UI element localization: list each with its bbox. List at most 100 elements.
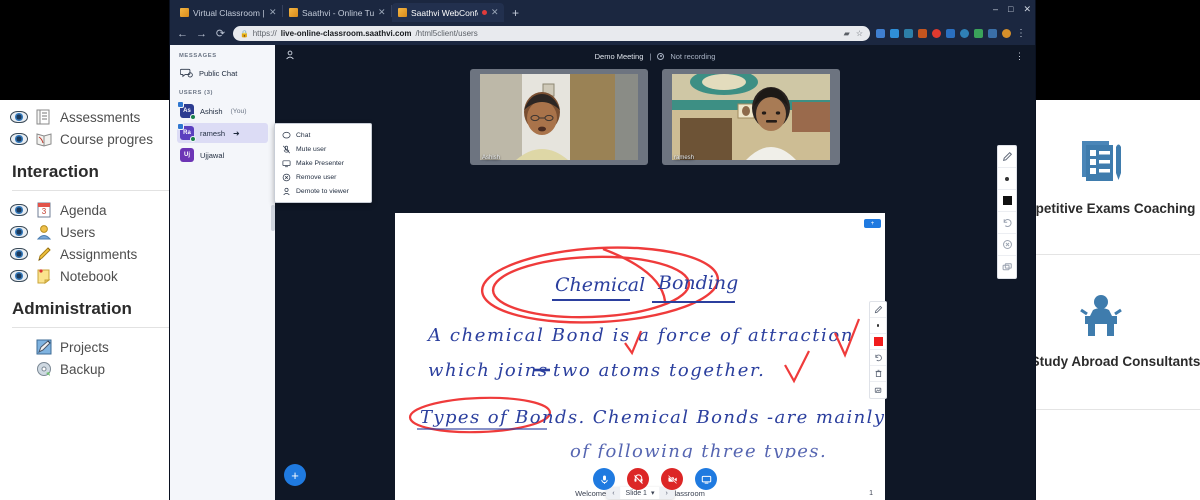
visibility-eye-icon[interactable] [10, 133, 28, 145]
close-tab-icon[interactable]: ✕ [378, 7, 386, 18]
close-tab-icon[interactable]: ✕ [491, 7, 499, 18]
visibility-eye-icon[interactable] [10, 270, 28, 282]
color-swatch-icon[interactable] [998, 190, 1016, 212]
context-menu-item-demote-to-viewer[interactable]: Demote to viewer [275, 184, 371, 198]
presenter-badge-icon [177, 123, 184, 130]
pencil-tool-icon[interactable] [998, 146, 1016, 168]
lock-icon: 🔒 [240, 30, 249, 38]
undo-icon[interactable] [870, 350, 886, 366]
user-you-suffix: (You) [230, 107, 247, 115]
user-list-item-ujjawal[interactable]: Uj Ujjawal [177, 145, 268, 165]
public-chat-item[interactable]: Public Chat [177, 64, 268, 83]
context-menu-item-mute-user[interactable]: Mute user [275, 142, 371, 156]
maximize-button[interactable]: □ [1008, 4, 1013, 15]
meeting-topbar: Demo Meeting | Not recording ⋮ [275, 45, 1035, 67]
multi-user-whiteboard-icon[interactable] [870, 382, 886, 398]
back-icon[interactable]: ← [176, 28, 189, 40]
visibility-eye-icon[interactable] [10, 226, 28, 238]
sidebar-scrollbar[interactable] [271, 205, 275, 231]
meeting-title: Demo Meeting [594, 51, 644, 61]
lms-item-notebook[interactable]: Notebook [10, 265, 179, 287]
trash-icon[interactable] [870, 366, 886, 382]
thickness-dot-icon[interactable] [870, 318, 886, 334]
user-list-item-ramesh[interactable]: Ra ramesh ➜ [177, 123, 268, 143]
multi-user-whiteboard-icon[interactable] [998, 256, 1016, 278]
url-domain: live-online-classroom.saathvi.com [280, 29, 412, 38]
new-tab-button[interactable]: + [504, 6, 527, 22]
lms-item-assessments[interactable]: Assessments [10, 106, 179, 128]
address-bar[interactable]: 🔒 https:// live-online-classroom.saathvi… [233, 26, 870, 41]
extension-icon-6[interactable] [946, 29, 955, 38]
browser-window: Virtual Classroom | Live o ✕ Saathvi - O… [170, 0, 1035, 500]
extension-icon-3[interactable] [904, 29, 913, 38]
web-conference-app: MESSAGES Public Chat USERS (3) As Ashish… [170, 45, 1035, 500]
extension-icon-8[interactable] [974, 29, 983, 38]
lecture-desk-icon [1075, 292, 1127, 345]
extension-icon-7[interactable] [960, 29, 969, 38]
kebab-menu-icon[interactable]: ⋮ [1016, 28, 1027, 39]
lms-item-label: Notebook [60, 268, 118, 284]
browser-tab-2[interactable]: Saathvi - Online Tutor | Liv ✕ [283, 3, 391, 22]
video-tile-label: ramesh [674, 155, 695, 161]
user-list-item-ashish[interactable]: As Ashish (You) [177, 101, 268, 121]
lms-item-course-progress[interactable]: Course progres [10, 128, 179, 150]
users-icon [35, 223, 53, 241]
undo-icon[interactable] [998, 212, 1016, 234]
context-menu-item-chat[interactable]: Chat [275, 128, 371, 142]
minimize-button[interactable]: – [993, 4, 998, 15]
lms-item-assignments[interactable]: Assignments [10, 243, 179, 265]
microphone-button[interactable] [593, 468, 615, 490]
lms-left-sidebar: Assessments Course progres Interaction 3… [0, 100, 180, 500]
video-tile-ramesh[interactable]: ramesh [662, 69, 840, 165]
lms-item-label: Projects [60, 339, 109, 355]
whiteboard-badge[interactable]: + [864, 219, 881, 228]
whiteboard-canvas[interactable]: Chemical Bonding A chemical Bond is a fo… [395, 213, 885, 500]
camera-button[interactable] [661, 468, 683, 490]
avatar: Ra [177, 123, 196, 142]
divider [12, 327, 171, 328]
browser-tab-3-active[interactable]: Saathvi WebConferenc ✕ [392, 3, 504, 22]
avatar: As [177, 101, 196, 120]
forward-icon[interactable]: → [195, 28, 208, 40]
thickness-dot-icon[interactable] [998, 168, 1016, 190]
browser-tab-1[interactable]: Virtual Classroom | Live o ✕ [174, 3, 282, 22]
visibility-eye-icon[interactable] [10, 204, 28, 216]
extension-icon-4[interactable] [918, 29, 927, 38]
users-sidebar: MESSAGES Public Chat USERS (3) As Ashish… [170, 45, 275, 500]
context-menu-label: Demote to viewer [296, 187, 349, 195]
circle-x-icon[interactable] [998, 234, 1016, 256]
reload-icon[interactable]: ⟳ [214, 27, 227, 40]
visibility-eye-icon[interactable] [10, 111, 28, 123]
presenter-badge-icon [177, 101, 184, 108]
user-name: ramesh [200, 128, 226, 138]
recording-status-label: Not recording [670, 51, 716, 61]
lms-item-label: Course progres [60, 131, 154, 147]
lms-item-agenda[interactable]: 3 Agenda [10, 199, 179, 221]
context-menu-item-make-presenter[interactable]: Make Presenter [275, 156, 371, 170]
visibility-eye-icon[interactable] [10, 248, 28, 260]
context-menu-item-remove-user[interactable]: Remove user [275, 170, 371, 184]
lms-item-backup[interactable]: Backup [10, 358, 179, 380]
close-window-button[interactable]: ✕ [1023, 4, 1031, 15]
share-screen-button[interactable] [695, 468, 717, 490]
leave-audio-button[interactable] [627, 468, 649, 490]
extension-icon-5[interactable] [932, 29, 941, 38]
color-swatch-icon[interactable] [870, 334, 886, 350]
pencil-tool-icon[interactable] [870, 302, 886, 318]
cast-icon[interactable]: ▰ [844, 29, 850, 38]
extension-icon-1[interactable] [876, 29, 885, 38]
extension-icon-9[interactable] [988, 29, 997, 38]
video-tile-ashish[interactable]: Ashish [470, 69, 648, 165]
lms-item-label: Users [60, 224, 96, 240]
whiteboard-panel[interactable]: Chemical Bonding A chemical Bond is a fo… [395, 213, 887, 500]
url-path: /html5client/users [415, 29, 478, 38]
video-tile-label: Ashish [482, 155, 501, 161]
extension-icon-2[interactable] [890, 29, 899, 38]
lms-item-projects[interactable]: Projects [10, 336, 179, 358]
extension-icons: ⋮ [876, 28, 1029, 39]
lms-item-label: Agenda [60, 202, 107, 218]
star-icon[interactable]: ☆ [856, 29, 863, 38]
close-tab-icon[interactable]: ✕ [269, 7, 277, 18]
lms-item-users[interactable]: Users [10, 221, 179, 243]
profile-avatar-icon[interactable] [1002, 29, 1011, 38]
